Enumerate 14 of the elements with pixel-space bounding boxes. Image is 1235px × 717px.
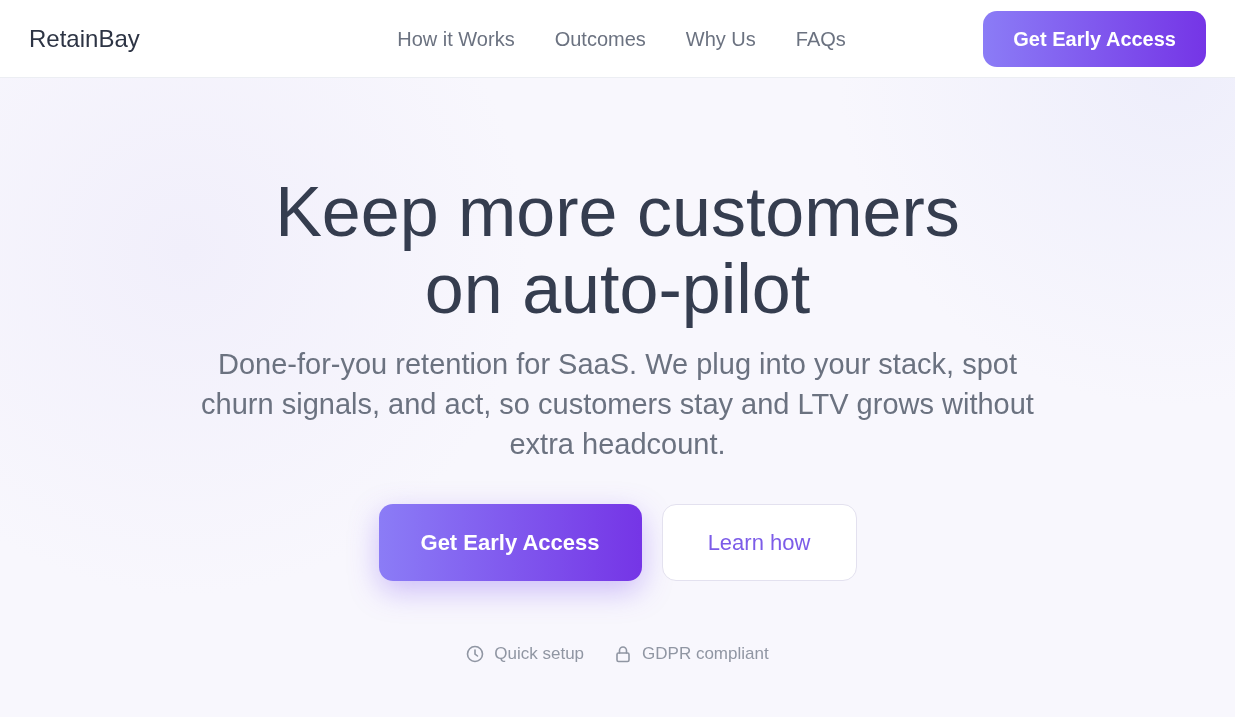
clock-icon [466, 644, 485, 663]
get-early-access-button[interactable]: Get Early Access [378, 504, 642, 582]
brand-logo-text[interactable]: RetainBay [29, 20, 140, 57]
hero-heading: Keep more customers on auto-pilot [275, 174, 960, 328]
get-early-access-button[interactable]: Get Early Access [983, 10, 1206, 67]
feature-label: GDPR compliant [642, 643, 769, 666]
lock-icon [614, 644, 633, 663]
nav-link[interactable]: How it Works [397, 23, 515, 54]
nav-link[interactable]: FAQs [795, 23, 846, 54]
learn-how-button[interactable]: Learn how [661, 504, 857, 582]
feature-label: Quick setup [494, 643, 585, 666]
nav-link[interactable]: Outcomes [554, 23, 646, 54]
hero-subtitle: Done-for-you retention for SaaS. We plug into your stack, spot churn signals, and act, so customers stay and LTV grows without extra headcount. [200, 347, 1035, 463]
nav-link[interactable]: Why Us [685, 23, 756, 54]
